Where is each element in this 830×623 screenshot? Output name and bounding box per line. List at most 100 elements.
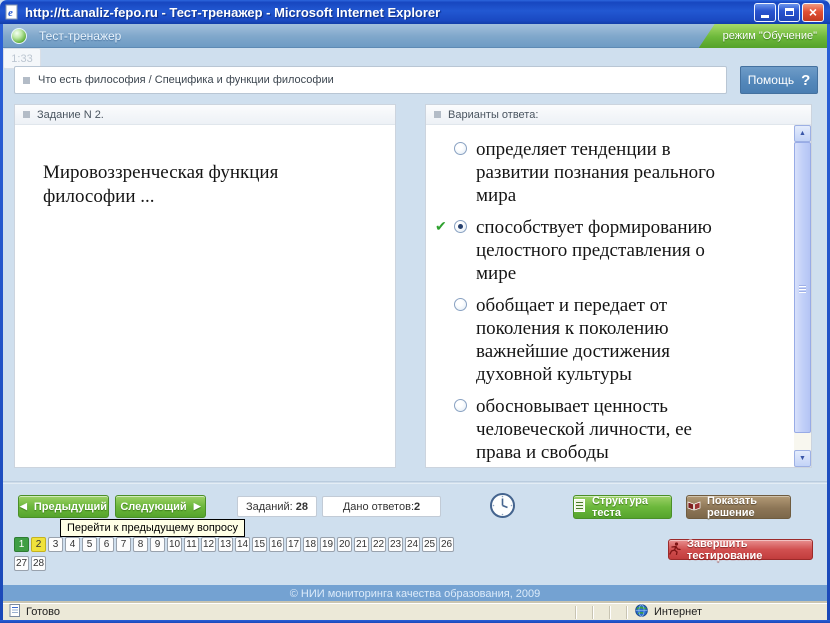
answer-radio[interactable] — [454, 142, 467, 155]
main-area: Что есть философия / Специфика и функции… — [3, 48, 827, 585]
scroll-down-button[interactable]: ▼ — [794, 450, 811, 467]
question-number-cell[interactable]: 5 — [82, 537, 97, 552]
next-question-button[interactable]: Следующий ▶ — [115, 495, 206, 518]
question-number-cell[interactable]: 15 — [252, 537, 267, 552]
solution-book-icon — [687, 500, 701, 514]
tasks-label: Заданий: — [245, 500, 296, 513]
answer-option-text[interactable]: обобщает и передает от поколения к покол… — [476, 294, 728, 386]
question-number-cell[interactable]: 2 — [31, 537, 46, 552]
answered-count-box: Дано ответов: 2 — [322, 496, 441, 517]
scrollbar-thumb[interactable] — [794, 142, 811, 433]
task-panel-title: Задание N 2. — [37, 108, 104, 121]
restore-button[interactable] — [778, 2, 800, 22]
question-number-cell[interactable]: 4 — [65, 537, 80, 552]
answers-panel: Варианты ответа: определяет тенденции в … — [425, 104, 812, 468]
question-number-cell[interactable]: 9 — [150, 537, 165, 552]
answers-panel-title: Варианты ответа: — [448, 108, 539, 121]
show-solution-button[interactable]: Показать решение — [686, 495, 791, 519]
question-number-cell[interactable]: 22 — [371, 537, 386, 552]
tasks-count-box: Заданий: 28 — [237, 496, 317, 517]
minimize-icon — [761, 14, 769, 18]
answered-count: 2 — [414, 500, 421, 513]
breadcrumb-text: Что есть философия / Специфика и функции… — [38, 74, 334, 86]
question-number-cell[interactable]: 20 — [337, 537, 352, 552]
question-text: Мировоззренческая функция философии ... — [43, 162, 279, 207]
help-button[interactable]: Помощь ? — [740, 66, 818, 94]
answer-option: обобщает и передает от поколения к покол… — [432, 294, 765, 386]
browser-window: e http://tt.analiz-fepo.ru - Тест-тренаж… — [0, 0, 830, 623]
status-text: Готово — [26, 606, 60, 618]
answer-radio[interactable] — [454, 220, 467, 233]
question-number-cell[interactable]: 12 — [201, 537, 216, 552]
internet-globe-icon — [635, 604, 648, 620]
question-number-cell[interactable]: 24 — [405, 537, 420, 552]
question-number-cell[interactable]: 19 — [320, 537, 335, 552]
next-label: Следующий — [120, 500, 187, 513]
status-separator — [592, 605, 593, 619]
answer-option-text[interactable]: обосновывает ценность человеческой лично… — [476, 395, 728, 464]
question-number-cell[interactable]: 10 — [167, 537, 182, 552]
svg-text:e: e — [8, 7, 13, 19]
answer-option-text[interactable]: способствует формированию целостного пре… — [476, 216, 728, 285]
question-grid-row2: 27 28 — [14, 556, 46, 571]
window-border — [0, 24, 3, 623]
question-number-cell[interactable]: 26 — [439, 537, 454, 552]
structure-icon — [574, 499, 585, 515]
status-separator — [609, 605, 610, 619]
question-number-cell[interactable]: 14 — [235, 537, 250, 552]
finish-label: Завершить тестирование — [687, 537, 763, 562]
minimize-button[interactable] — [754, 2, 776, 22]
answer-option: ✔ способствует формированию целостного п… — [432, 216, 765, 285]
question-number-cell[interactable]: 28 — [31, 556, 46, 571]
question-number-cell[interactable]: 13 — [218, 537, 233, 552]
scroll-up-button[interactable]: ▲ — [794, 125, 811, 142]
question-number-cell[interactable]: 25 — [422, 537, 437, 552]
correct-check-icon: ✔ — [435, 218, 447, 234]
correct-check-icon — [432, 294, 454, 386]
correct-check-icon — [432, 138, 454, 207]
question-number-cell[interactable]: 11 — [184, 537, 199, 552]
question-number-cell[interactable]: 17 — [286, 537, 301, 552]
bullet-square-icon — [23, 76, 30, 84]
mode-badge: режим "Обучение" — [698, 24, 827, 48]
answer-options: определяет тенденции в развитии познания… — [426, 125, 811, 464]
structure-label: Структура теста — [592, 495, 648, 519]
question-number-cell[interactable]: 8 — [133, 537, 148, 552]
footer-bar: © НИИ мониторинга качества образования, … — [3, 585, 827, 603]
running-person-icon — [669, 541, 681, 558]
question-number-cell[interactable]: 7 — [116, 537, 131, 552]
bullet-square-icon — [434, 111, 441, 118]
arrow-right-icon: ▶ — [193, 501, 201, 511]
restore-icon — [784, 8, 794, 16]
copyright-text: © НИИ мониторинга качества образования, … — [289, 588, 541, 600]
ie-page-icon: e — [4, 4, 20, 20]
task-panel: Задание N 2. Мировоззренческая функция ф… — [14, 104, 396, 468]
finish-test-button[interactable]: Завершить тестирование — [668, 537, 813, 562]
question-number-cell[interactable]: 21 — [354, 537, 369, 552]
question-number-cell[interactable]: 23 — [388, 537, 403, 552]
answer-option-text[interactable]: определяет тенденции в развитии познания… — [476, 138, 728, 207]
app-header: Тест-тренажер режим "Обучение" — [3, 24, 827, 48]
question-number-cell[interactable]: 3 — [48, 537, 63, 552]
close-button[interactable]: × — [802, 2, 824, 22]
question-number-cell[interactable]: 16 — [269, 537, 284, 552]
scrollbar[interactable]: ▲ ▼ — [794, 125, 811, 467]
page-status-icon — [9, 604, 21, 620]
bullet-square-icon — [23, 111, 30, 118]
question-number-cell[interactable]: 1 — [14, 537, 29, 552]
tasks-count: 28 — [295, 500, 309, 513]
answer-radio[interactable] — [454, 399, 467, 412]
app-logo-icon — [11, 27, 27, 44]
answer-radio[interactable] — [454, 298, 467, 311]
test-structure-button[interactable]: Структура теста — [573, 495, 672, 519]
app-title: Тест-тренажер — [39, 28, 122, 43]
previous-question-button[interactable]: ◀ Предыдущий — [18, 495, 109, 518]
question-number-cell[interactable]: 18 — [303, 537, 318, 552]
title-bar: e http://tt.analiz-fepo.ru - Тест-тренаж… — [0, 0, 830, 24]
clock-icon — [489, 492, 516, 524]
question-number-cell[interactable]: 6 — [99, 537, 114, 552]
previous-label: Предыдущий — [33, 500, 108, 513]
status-bar: Готово Интернет — [3, 603, 827, 620]
answers-panel-header: Варианты ответа: — [426, 105, 811, 125]
question-number-cell[interactable]: 27 — [14, 556, 29, 571]
